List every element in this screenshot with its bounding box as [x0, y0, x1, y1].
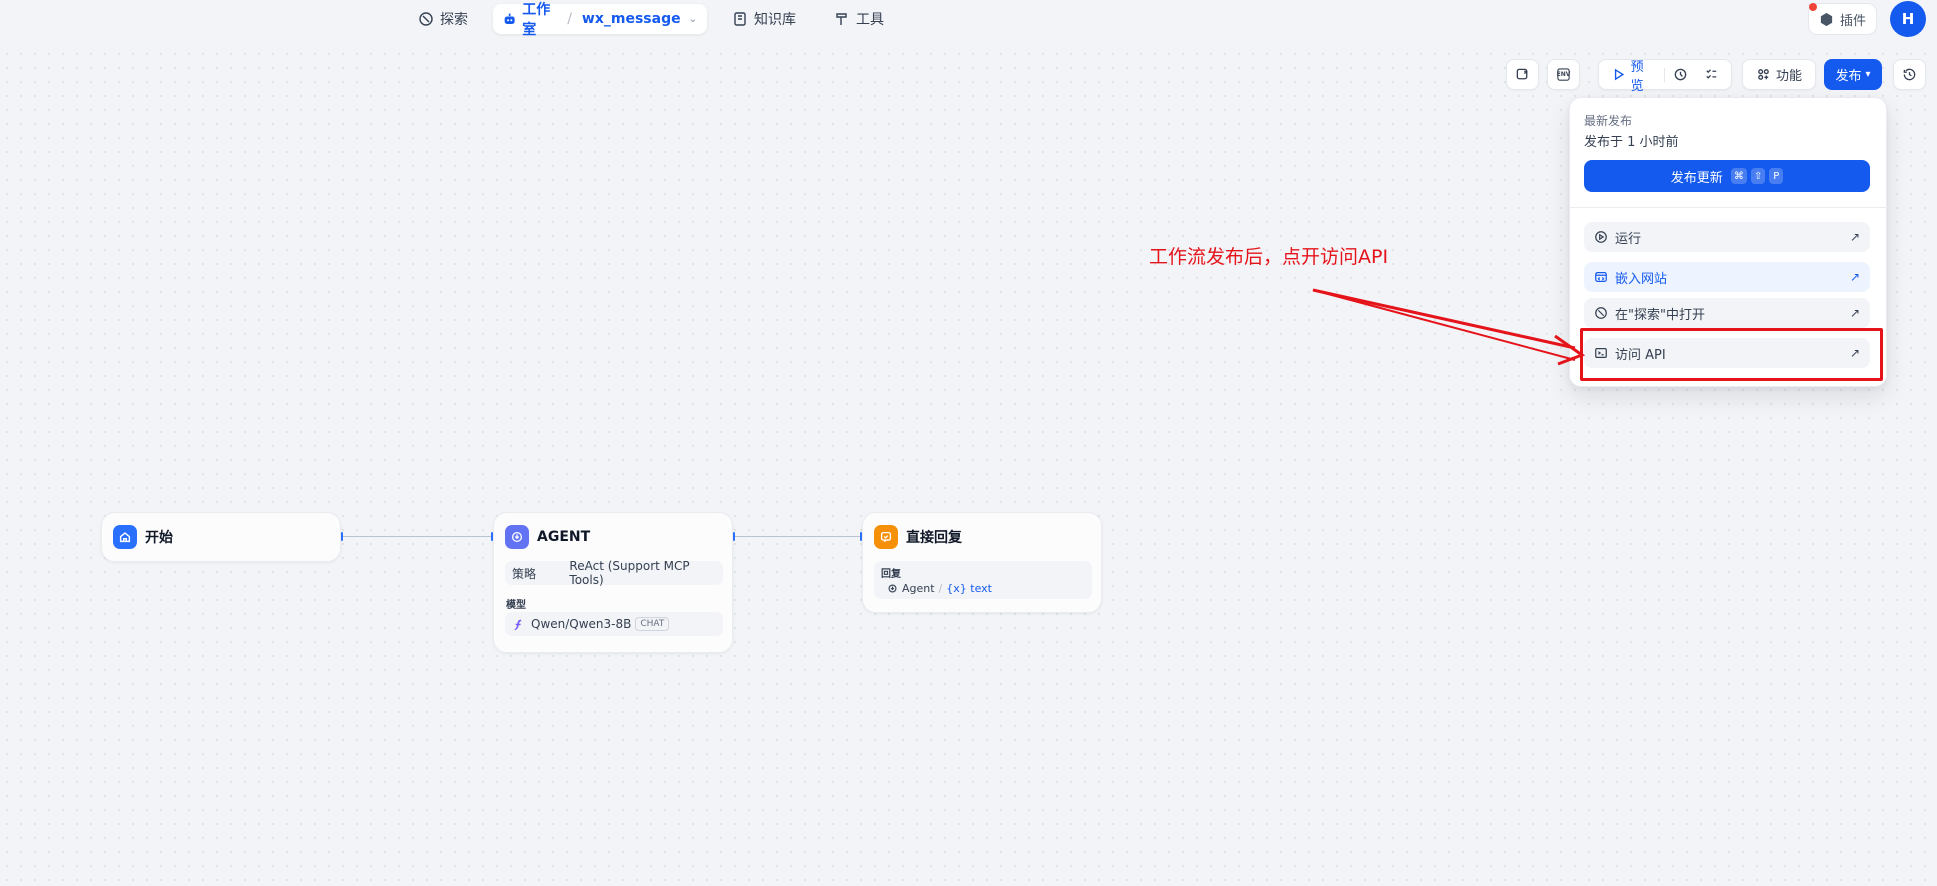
breadcrumb-separator: / [567, 11, 572, 27]
play-icon [1614, 68, 1625, 81]
reply-variable-ref[interactable]: Agent / {x} text [881, 582, 992, 595]
agent-icon [888, 584, 897, 593]
nav-knowledge[interactable]: 知识库 [722, 4, 806, 34]
node-agent-input-handle[interactable] [491, 532, 493, 541]
node-start-header: 开始 [113, 525, 173, 549]
reply-variable: {x} text [946, 582, 992, 595]
reply-separator: / [938, 582, 943, 595]
strategy-value: ReAct (Support MCP Tools) [569, 559, 690, 587]
history-icon [1903, 68, 1916, 81]
plugins-label: 插件 [1840, 13, 1867, 29]
external-link-icon: ↗ [1849, 306, 1860, 320]
node-agent-header: AGENT [505, 525, 590, 549]
agent-model-row: Qwen/Qwen3-8B CHAT [505, 612, 723, 636]
publish-update-label: 发布更新 [1670, 170, 1723, 186]
features-button[interactable]: 功能 [1742, 59, 1816, 90]
published-time: 发布于 1 小时前 [1584, 135, 1679, 150]
node-agent-output-handle[interactable] [733, 532, 735, 541]
features-label: 功能 [1775, 69, 1802, 84]
node-start-title: 开始 [145, 530, 173, 546]
agent-strategy-row: 策略 ReAct (Support MCP Tools) [505, 559, 723, 587]
agent-icon [505, 525, 529, 549]
publish-update-button[interactable]: 发布更新 ⌘ ⇧ P [1584, 160, 1870, 192]
preview-button[interactable]: 预览 [1603, 60, 1664, 94]
nav-explore[interactable]: 探索 [408, 4, 478, 34]
nav-knowledge-label: 知识库 [754, 12, 796, 28]
book-icon [734, 12, 746, 26]
plugins-button[interactable]: 插件 [1808, 3, 1878, 35]
current-app-name[interactable]: wx_message [582, 11, 681, 27]
menu-item-embed-label: 嵌入网站 [1615, 271, 1668, 287]
menu-item-run[interactable]: 运行 ↗ [1584, 222, 1870, 252]
node-start-output-handle[interactable] [341, 532, 343, 541]
notification-dot [1809, 3, 1817, 11]
publish-button[interactable]: 发布 ▾ [1824, 59, 1882, 90]
chevron-down-icon[interactable]: ⌄ [689, 14, 697, 25]
top-navbar: 探索 工作室 / wx_message ⌄ 知识库 工具 插件 H [0, 0, 1937, 47]
reply-label: 回复 [881, 569, 901, 580]
node-start[interactable]: 开始 [101, 512, 341, 562]
env-label: ENV [1556, 71, 1571, 78]
latest-publish-title: 最新发布 [1584, 114, 1633, 128]
shortcut-key-shift: ⇧ [1750, 168, 1766, 184]
strategy-label: 策略 [512, 566, 537, 581]
annotation-text: 工作流发布后，点开访问API [1149, 246, 1389, 268]
sync-check-icon [1516, 68, 1528, 80]
node-answer-input-handle[interactable] [860, 532, 862, 541]
model-value: Qwen/Qwen3-8B [531, 617, 632, 631]
hammer-icon [836, 13, 847, 25]
menu-item-explore-label: 在"探索"中打开 [1615, 307, 1705, 323]
node-agent-title: AGENT [537, 529, 591, 545]
answer-reply-box: 回复 Agent / {x} text [874, 561, 1092, 599]
preview-label: 预览 [1630, 59, 1644, 94]
shortcut-key-cmd: ⌘ [1730, 168, 1747, 184]
nav-explore-label: 探索 [440, 12, 468, 28]
sync-check-button[interactable] [1506, 59, 1539, 90]
edge-start-agent [343, 536, 491, 537]
robot-icon [504, 13, 515, 24]
reply-bubble-icon [874, 525, 898, 549]
checklist-icon [1706, 69, 1717, 79]
model-provider-icon [514, 619, 522, 630]
nav-tools[interactable]: 工具 [824, 4, 894, 34]
menu-item-embed-website[interactable]: 嵌入网站 ↗ [1584, 262, 1870, 292]
checklist-button[interactable] [1696, 60, 1727, 89]
edge-agent-answer [735, 536, 861, 537]
annotation-highlight-box [1580, 328, 1883, 381]
shortcut-key-p: P [1769, 168, 1784, 184]
home-icon [113, 525, 137, 549]
version-history-button[interactable] [1893, 59, 1926, 90]
reply-source-node: Agent [902, 582, 935, 595]
external-link-icon: ↗ [1849, 270, 1860, 284]
nav-studio[interactable]: 工作室 / wx_message ⌄ [493, 2, 707, 38]
annotation-arrow [1312, 288, 1586, 366]
node-answer-title: 直接回复 [906, 530, 962, 546]
model-type-tag: CHAT [635, 617, 670, 631]
run-history-button[interactable] [1665, 60, 1696, 89]
node-answer-header: 直接回复 [874, 525, 962, 549]
nav-tools-label: 工具 [856, 12, 884, 28]
publish-label: 发布 [1835, 69, 1862, 84]
run-toolbar-group: 预览 [1598, 59, 1732, 94]
node-direct-answer[interactable]: 直接回复 回复 Agent / {x} text [862, 512, 1102, 613]
nav-studio-label: 工作室 [522, 2, 551, 38]
menu-item-run-label: 运行 [1615, 231, 1642, 247]
play-circle-icon [1595, 231, 1607, 243]
chevron-down-icon: ▾ [1865, 69, 1871, 80]
history-clock-icon [1674, 68, 1687, 81]
compass-icon [419, 12, 433, 26]
model-label: 模型 [506, 600, 526, 611]
external-link-icon: ↗ [1849, 230, 1860, 244]
menu-item-open-in-explore[interactable]: 在"探索"中打开 ↗ [1584, 298, 1870, 328]
divider [1570, 207, 1888, 208]
features-grid-icon [1758, 69, 1769, 80]
node-agent[interactable]: AGENT 策略 ReAct (Support MCP Tools) 模型 Qw… [493, 512, 733, 653]
cube-icon [1820, 12, 1833, 26]
env-button[interactable]: ENV [1547, 59, 1580, 90]
user-avatar[interactable]: H [1890, 1, 1926, 37]
